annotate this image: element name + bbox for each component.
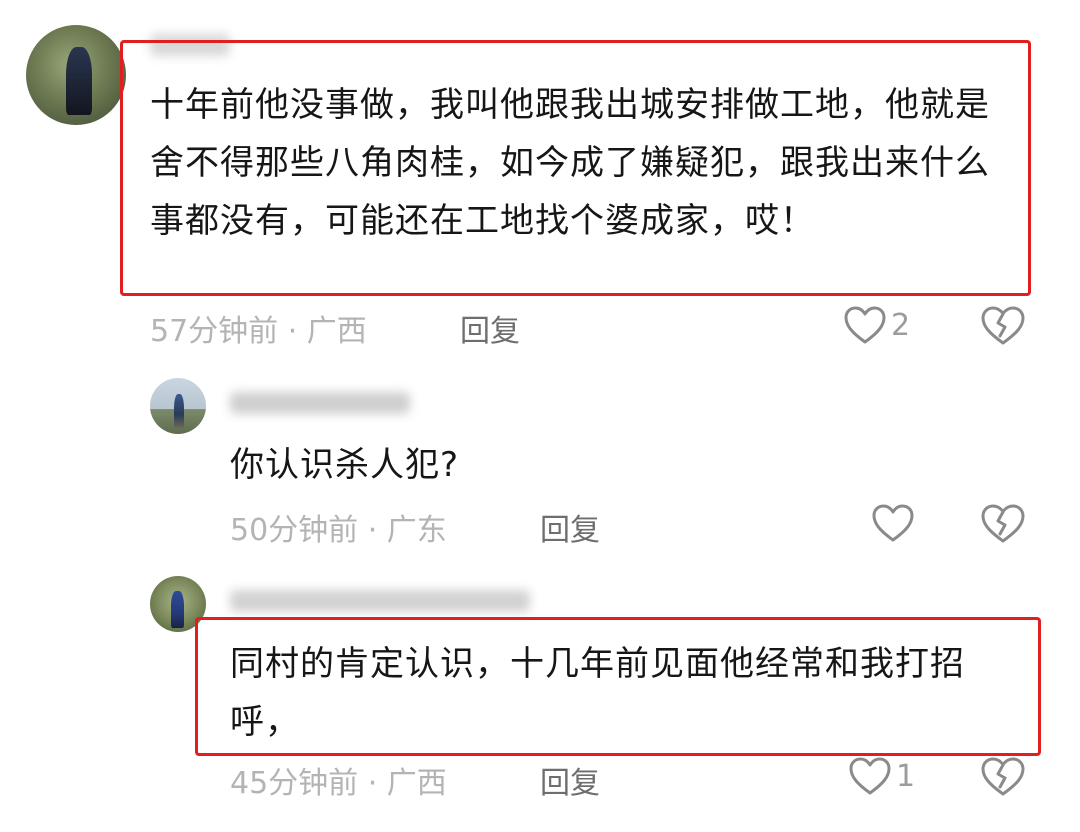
meta-separator: · [358,513,387,548]
broken-heart-icon [981,306,1025,345]
dislike-button[interactable] [980,756,1026,802]
dislike-button[interactable] [980,305,1026,351]
comment-time: 57分钟前 [150,314,279,349]
reply-button[interactable]: 回复 [540,758,600,802]
comment-meta: 57分钟前 · 广西 [150,306,367,350]
broken-heart-icon [981,757,1025,796]
like-button[interactable] [871,503,919,543]
heart-outline-icon [872,504,914,542]
like-count: 1 [896,758,916,794]
avatar[interactable] [150,378,206,434]
comment-meta: 45分钟前 · 广西 [230,758,447,802]
like-button[interactable]: 1 [848,756,915,796]
meta-separator: · [278,314,307,349]
comment-text: 同村的肯定认识，十几年前见面他经常和我打招呼， [230,644,965,742]
heart-outline-icon [844,306,886,344]
meta-separator: · [358,766,387,801]
reply-button[interactable]: 回复 [540,505,600,549]
avatar[interactable] [26,25,126,125]
username-blurred[interactable] [230,392,410,414]
like-count: 2 [891,307,911,343]
like-button[interactable]: 2 [843,305,910,345]
reply-button[interactable]: 回复 [460,306,520,350]
broken-heart-icon [981,504,1025,543]
comment-text: 你认识杀人犯? [230,445,460,485]
comment-location: 广东 [386,513,447,548]
comment-location: 广西 [306,314,367,349]
comment-location: 广西 [386,766,447,801]
comment-time: 45分钟前 [230,766,359,801]
comment-time: 50分钟前 [230,513,359,548]
comment-text: 十年前他没事做，我叫他跟我出城安排做工地，他就是舍不得那些八角肉桂，如今成了嫌疑… [150,85,990,241]
heart-outline-icon [849,757,891,795]
username-blurred[interactable] [230,590,530,612]
dislike-button[interactable] [980,503,1026,549]
comment-meta: 50分钟前 · 广东 [230,505,447,549]
